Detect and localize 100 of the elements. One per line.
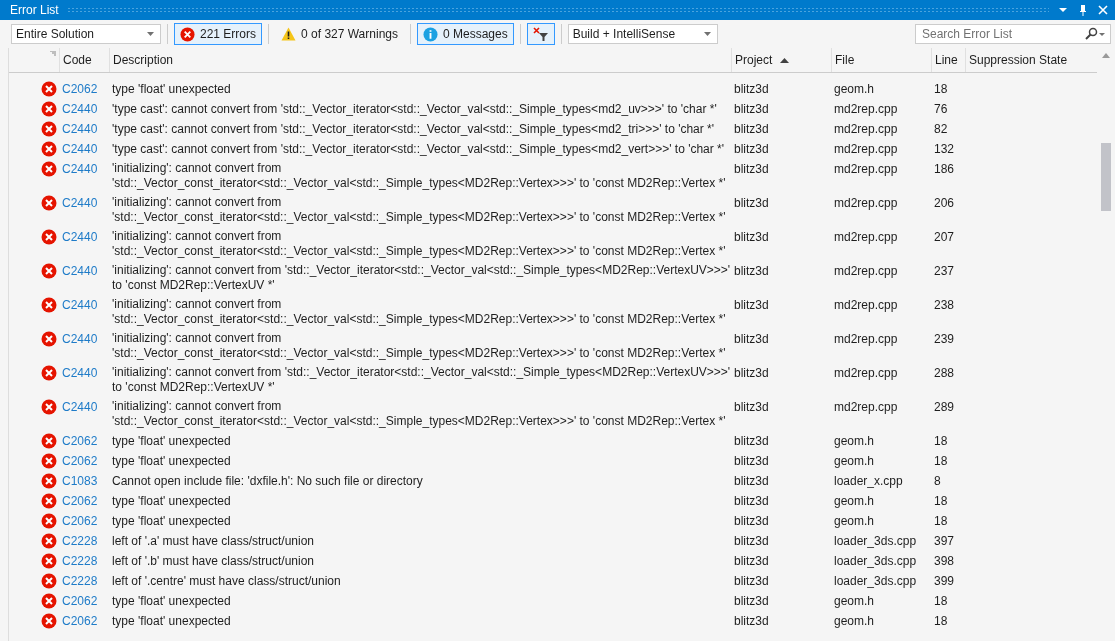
column-header[interactable]: Description (109, 48, 731, 72)
description-cell-text: 'initializing': cannot convert from 'std::_Vector_iterator<std::_Vector_val<std::_Simple_types<MD2Rep::VertexUV>>>' to 'const MD2Rep::VertexUV *' (111, 365, 731, 395)
pin-icon[interactable] (1077, 4, 1089, 16)
error-code-link[interactable]: C2062 (59, 613, 109, 629)
error-code-link[interactable]: C2440 (59, 229, 109, 245)
line-cell-text: 76 (933, 101, 949, 117)
error-icon (41, 229, 57, 245)
file-cell-text: loader_3ds.cpp (833, 533, 918, 549)
warnings-toggle[interactable]: 0 of 327 Warnings (275, 23, 404, 45)
file-cell-text: md2rep.cpp (833, 121, 899, 137)
description-cell-text: Cannot open include file: 'dxfile.h': No such file or directory (111, 473, 424, 489)
error-icon (41, 141, 57, 157)
line-cell-text: 206 (933, 195, 956, 211)
description-cell-text: 'initializing': cannot convert from 'std::_Vector_const_iterator<std::_Vector_val<std::_Simple_types<MD2Rep::Vertex>>>' to 'const MD2Rep::Vertex *' (111, 161, 727, 191)
line-cell-text: 18 (933, 81, 949, 97)
file-cell-text: md2rep.cpp (833, 263, 899, 279)
search-icon (1084, 27, 1106, 41)
description-cell-text: 'initializing': cannot convert from 'std::_Vector_iterator<std::_Vector_val<std::_Simple_types<MD2Rep::VertexUV>>>' to 'const MD2Rep::VertexUV *' (111, 263, 731, 293)
messages-toggle[interactable]: 0 Messages (417, 23, 514, 45)
file-cell-text: geom.h (833, 513, 876, 529)
line-cell-text: 18 (933, 453, 949, 469)
description-cell-text: 'initializing': cannot convert from 'std::_Vector_const_iterator<std::_Vector_val<std::_Simple_types<MD2Rep::Vertex>>>' to 'const MD2Rep::Vertex *' (111, 399, 727, 429)
project-cell-text: blitz3d (733, 331, 770, 347)
error-code-link[interactable]: C2440 (59, 101, 109, 117)
build-filter-dropdown[interactable]: Build + IntelliSense (567, 24, 718, 44)
line-cell-text: 398 (933, 553, 956, 569)
error-icon (41, 593, 57, 609)
scope-dropdown[interactable]: Entire Solution (11, 24, 161, 44)
file-cell-text: geom.h (833, 81, 876, 97)
line-cell-text: 237 (933, 263, 956, 279)
error-code-link[interactable]: C2440 (59, 161, 109, 177)
description-cell-text: left of '.a' must have class/struct/union (111, 533, 315, 549)
column-header[interactable]: File (831, 48, 931, 72)
error-code-link[interactable]: C2440 (59, 365, 109, 381)
line-cell-text: 18 (933, 433, 949, 449)
error-code-link[interactable]: C2062 (59, 513, 109, 529)
project-cell-text: blitz3d (733, 229, 770, 245)
project-cell-text: blitz3d (733, 513, 770, 529)
error-icon (41, 101, 57, 117)
error-icon (41, 297, 57, 313)
description-cell-text: type 'float' unexpected (111, 433, 232, 449)
line-cell-text: 399 (933, 573, 956, 589)
close-icon[interactable] (1097, 4, 1109, 16)
line-cell-text: 239 (933, 331, 956, 347)
warning-icon (281, 27, 297, 41)
error-code-link[interactable]: C2062 (59, 593, 109, 609)
error-code-link[interactable]: C2440 (59, 141, 109, 157)
search-input[interactable]: Search Error List (920, 26, 1084, 42)
description-cell-text: 'type cast': cannot convert from 'std::_Vector_iterator<std::_Vector_val<std::_Simple_types<md2_uv>>>' to 'char *' (111, 101, 718, 117)
column-header[interactable]: Line (931, 48, 965, 72)
line-cell-text: 186 (933, 161, 956, 177)
error-icon (41, 553, 57, 569)
line-cell-text: 18 (933, 593, 949, 609)
column-header[interactable]: Project (731, 48, 831, 72)
error-code-link[interactable]: C2440 (59, 297, 109, 313)
project-cell-text: blitz3d (733, 573, 770, 589)
description-cell-text: 'initializing': cannot convert from 'std::_Vector_const_iterator<std::_Vector_val<std::_Simple_types<MD2Rep::Vertex>>>' to 'const MD2Rep::Vertex *' (111, 229, 727, 259)
error-icon (41, 453, 57, 469)
error-code-link[interactable]: C2062 (59, 453, 109, 469)
project-cell-text: blitz3d (733, 613, 770, 629)
project-cell-text: blitz3d (733, 101, 770, 117)
filter-clear-icon (532, 26, 549, 42)
file-cell-text: md2rep.cpp (833, 161, 899, 177)
search-field[interactable]: Search Error List (915, 24, 1111, 44)
column-header[interactable]: Suppression State (965, 48, 1093, 72)
error-code-link[interactable]: C2440 (59, 263, 109, 279)
error-code-link[interactable]: C2062 (59, 433, 109, 449)
file-cell-text: loader_3ds.cpp (833, 553, 918, 569)
error-code-link[interactable]: C2062 (59, 493, 109, 509)
error-icon (41, 195, 57, 211)
error-icon (41, 263, 57, 279)
error-code-link[interactable]: C2440 (59, 399, 109, 415)
column-header[interactable]: Code (59, 48, 109, 72)
project-cell-text: blitz3d (733, 473, 770, 489)
description-cell-text: 'initializing': cannot convert from 'std::_Vector_const_iterator<std::_Vector_val<std::_Simple_types<MD2Rep::Vertex>>>' to 'const MD2Rep::Vertex *' (111, 331, 727, 361)
error-icon (41, 533, 57, 549)
file-cell-text: geom.h (833, 613, 876, 629)
description-cell-text: type 'float' unexpected (111, 493, 232, 509)
file-cell-text: md2rep.cpp (833, 399, 899, 415)
file-cell-text: loader_3ds.cpp (833, 573, 918, 589)
error-code-link[interactable]: C2440 (59, 331, 109, 347)
project-cell-text: blitz3d (733, 195, 770, 211)
clear-filter-button[interactable] (526, 23, 555, 45)
errors-toggle[interactable]: 221 Errors (174, 23, 263, 45)
error-code-link[interactable]: C2228 (59, 533, 109, 549)
error-icon (41, 513, 57, 529)
error-icon (41, 365, 57, 381)
error-code-link[interactable]: C1083 (59, 473, 109, 489)
project-cell-text: blitz3d (733, 141, 770, 157)
project-cell-text: blitz3d (733, 433, 770, 449)
error-icon (41, 399, 57, 415)
error-code-link[interactable]: C2228 (59, 553, 109, 569)
error-code-link[interactable]: C2062 (59, 81, 109, 97)
error-code-link[interactable]: C2440 (59, 121, 109, 137)
error-icon (41, 161, 57, 177)
error-code-link[interactable]: C2440 (59, 195, 109, 211)
error-code-link[interactable]: C2228 (59, 573, 109, 589)
window-title: Error List (10, 3, 59, 17)
project-cell-text: blitz3d (733, 493, 770, 509)
project-cell-text: blitz3d (733, 365, 770, 381)
